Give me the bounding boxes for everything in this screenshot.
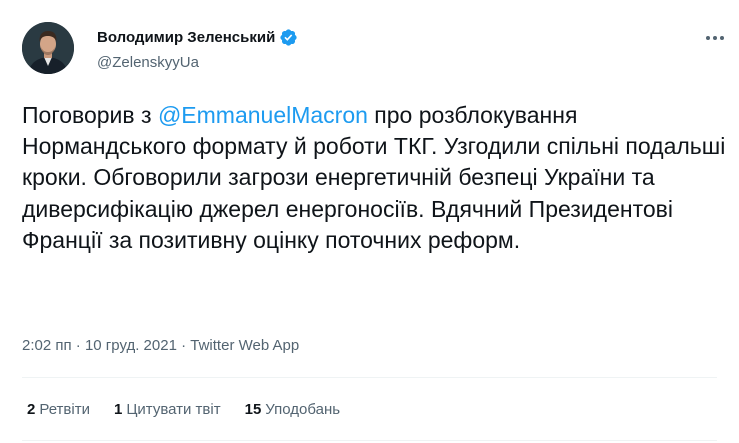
more-options-button[interactable] [700,28,730,48]
quotes-count: 1 [113,401,123,418]
quotes-label: Цитувати твіт [126,401,221,418]
author-handle[interactable]: @ZelenskyyUa [97,54,199,71]
retweets-stat[interactable]: 2 Ретвіти [27,401,90,418]
meta-separator: · [181,337,187,354]
likes-count: 15 [244,401,262,418]
divider [22,377,717,378]
avatar-photo [22,22,74,74]
tweet-stats: 2 Ретвіти 1 Цитувати твіт 15 Уподобань [27,401,340,418]
likes-stat[interactable]: 15 Уподобань [245,401,340,418]
verified-badge-icon [280,29,297,46]
divider [22,440,717,441]
tweet-source[interactable]: Twitter Web App [190,337,299,354]
more-dot-icon [713,36,717,40]
more-dot-icon [706,36,710,40]
more-dot-icon [720,36,724,40]
tweet-card: Володимир Зеленський @ZelenskyyUa Погово… [0,0,739,443]
tweet-meta: 2:02 пп · 10 груд. 2021 · Twitter Web Ap… [22,337,299,354]
author-name-row[interactable]: Володимир Зеленський [97,28,298,47]
tweet-text: Поговорив з @EmmanuelMacron про розблоку… [22,100,732,256]
meta-separator: · [75,337,81,354]
quotes-stat[interactable]: 1 Цитувати твіт [114,401,221,418]
tweet-text-before: Поговорив з [22,102,158,128]
retweets-count: 2 [27,401,36,418]
tweet-date[interactable]: 10 груд. 2021 [85,337,177,354]
likes-label: Уподобань [265,401,341,418]
author-display-name[interactable]: Володимир Зеленський [97,29,275,46]
tweet-time[interactable]: 2:02 пп [22,337,72,354]
avatar[interactable] [22,22,74,74]
mention-link[interactable]: @EmmanuelMacron [158,102,368,128]
retweets-label: Ретвіти [39,401,90,418]
